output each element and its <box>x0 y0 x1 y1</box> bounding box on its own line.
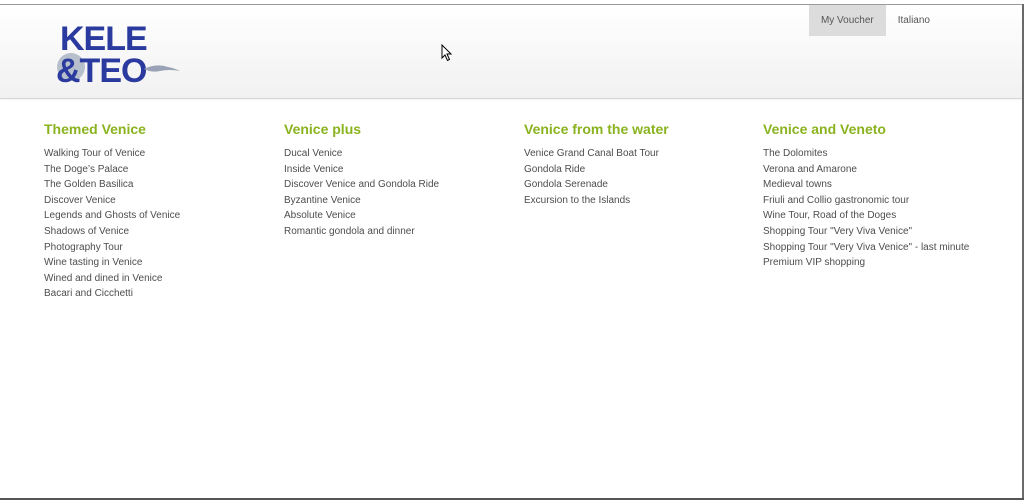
logo-line2: &TEO <box>56 52 147 89</box>
menu-link[interactable]: Gondola Serenade <box>524 177 754 193</box>
menu-link[interactable]: Wined and dined in Venice <box>44 271 274 287</box>
menu-link[interactable]: Medieval towns <box>763 177 993 193</box>
kele-teo-logo-icon: KELE &TEO <box>56 20 180 90</box>
mouse-cursor-icon <box>441 44 453 62</box>
menu-column-venice-plus: Venice plus Ducal Venice Inside Venice D… <box>284 121 514 240</box>
menu-column-title: Venice from the water <box>524 121 669 137</box>
menu-link[interactable]: The Doge’s Palace <box>44 162 274 178</box>
menu-link[interactable]: Discover Venice <box>44 193 274 209</box>
menu-link[interactable]: Photography Tour <box>44 240 274 256</box>
menu-column-title: Venice and Veneto <box>763 121 886 137</box>
menu-link[interactable]: Shopping Tour "Very Viva Venice" - last … <box>763 240 993 256</box>
menu-link[interactable]: Absolute Venice <box>284 208 514 224</box>
menu-link[interactable]: Shopping Tour "Very Viva Venice" <box>763 224 993 240</box>
language-italiano-link[interactable]: Italiano <box>886 5 942 36</box>
menu-link[interactable]: Inside Venice <box>284 162 514 178</box>
menu-link[interactable]: Byzantine Venice <box>284 193 514 209</box>
menu-column-venice-from-the-water: Venice from the water Venice Grand Canal… <box>524 121 754 208</box>
menu-link[interactable]: Legends and Ghosts of Venice <box>44 208 274 224</box>
menu-link[interactable]: Wine Tour, Road of the Doges <box>763 208 993 224</box>
menu-link[interactable]: Bacari and Cicchetti <box>44 286 274 302</box>
menu-link[interactable]: The Golden Basilica <box>44 177 274 193</box>
site-header: KELE &TEO My Voucher Italiano <box>0 5 1022 99</box>
top-nav: My Voucher Italiano <box>808 5 942 36</box>
menu-link[interactable]: Gondola Ride <box>524 162 754 178</box>
menu-column-venice-and-veneto: Venice and Veneto The Dolomites Verona a… <box>763 121 993 271</box>
menu-link[interactable]: Excursion to the Islands <box>524 193 754 209</box>
menu-link[interactable]: Romantic gondola and dinner <box>284 224 514 240</box>
menu-link[interactable]: Venice Grand Canal Boat Tour <box>524 146 754 162</box>
menu-column-themed-venice: Themed Venice Walking Tour of Venice The… <box>44 121 274 302</box>
site-logo[interactable]: KELE &TEO <box>56 19 186 90</box>
menu-column-title: Venice plus <box>284 121 362 137</box>
menu-link[interactable]: Verona and Amarone <box>763 162 993 178</box>
my-voucher-link[interactable]: My Voucher <box>808 5 886 36</box>
menu-column-title: Themed Venice <box>44 121 146 137</box>
menu-link[interactable]: Friuli and Collio gastronomic tour <box>763 193 993 209</box>
menu-link[interactable]: Ducal Venice <box>284 146 514 162</box>
menu-link[interactable]: Discover Venice and Gondola Ride <box>284 177 514 193</box>
menu-link[interactable]: The Dolomites <box>763 146 993 162</box>
menu-link[interactable]: Shadows of Venice <box>44 224 274 240</box>
menu-link[interactable]: Wine tasting in Venice <box>44 255 274 271</box>
menu-link[interactable]: Walking Tour of Venice <box>44 146 274 162</box>
menu-link[interactable]: Premium VIP shopping <box>763 255 993 271</box>
